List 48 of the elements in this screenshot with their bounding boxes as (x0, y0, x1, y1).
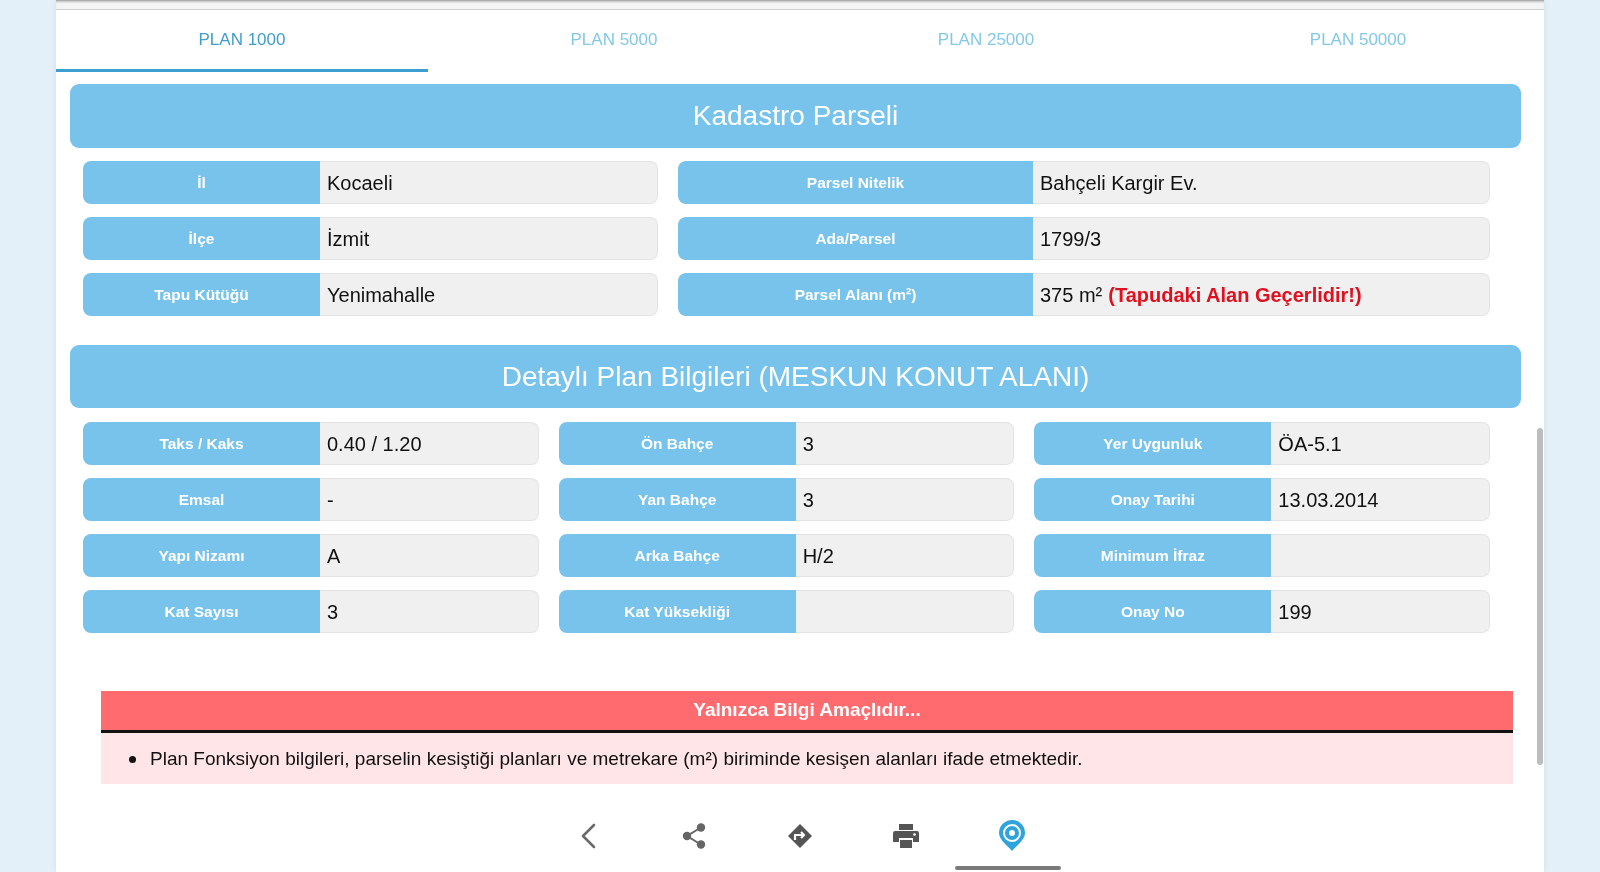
field-value: Bahçeli Kargir Ev. (1040, 170, 1198, 196)
bullet-icon (129, 755, 136, 763)
field-value: Kocaeli (327, 170, 393, 196)
field-label: Yan Bahçe (558, 478, 796, 521)
back-icon[interactable] (580, 822, 596, 849)
map-pin-icon[interactable] (998, 819, 1026, 852)
section-header: Detaylı Plan Bilgileri (MESKUN KONUT ALANI) (70, 345, 1521, 408)
directions-icon[interactable] (787, 822, 813, 849)
field-label: Yer Uygunluk (1034, 422, 1272, 465)
field-label: Taks / Kaks (83, 422, 320, 465)
field-value: - (327, 487, 334, 513)
field-label: Onay Tarihi (1034, 478, 1272, 521)
field-label: Kat Yüksekliği (558, 590, 796, 633)
field-label: İlçe (83, 217, 320, 260)
field-label: Tapu Kütüğü (83, 273, 320, 316)
field-value: 3 (802, 431, 814, 457)
field-value: 375 m² (1040, 282, 1103, 308)
field-label: Arka Bahçe (558, 534, 796, 577)
notice-header: Yalnızca Bilgi Amaçlıdır... (101, 691, 1513, 733)
field-label: Ön Bahçe (558, 422, 796, 465)
field-value: 0.40 / 1.20 (327, 431, 422, 457)
plan-tab[interactable]: PLAN 1000 (56, 10, 428, 72)
field-label: Yapı Nizamı (83, 534, 320, 577)
section-header: Kadastro Parseli (70, 84, 1521, 148)
printer-icon[interactable] (893, 823, 919, 848)
field-label: İl (83, 161, 320, 204)
field-label: Minimum İfraz (1034, 534, 1272, 577)
field-label: Parsel Nitelik (678, 161, 1033, 204)
field-label: Onay No (1034, 590, 1272, 633)
field-value: A (327, 543, 341, 569)
plan-tab[interactable]: PLAN 50000 (1172, 10, 1544, 72)
field-value: H/2 (802, 543, 834, 569)
field-value: 13.03.2014 (1278, 487, 1379, 513)
field-value: İzmit (327, 226, 370, 252)
share-icon[interactable] (682, 822, 706, 849)
notice-text: Plan Fonksiyon bilgileri, parselin kesiştiği planları ve metrekare (m²) biriminde kesişen alanları ifade etmektedir. (150, 747, 1083, 771)
field-label: Emsal (83, 478, 320, 521)
field-value: 3 (327, 599, 339, 625)
field-value: 1799/3 (1040, 226, 1102, 252)
field-value: 3 (802, 487, 814, 513)
field-value: 199 (1278, 599, 1312, 625)
field-label: Parsel Alanı (m²) (678, 273, 1033, 316)
scrollbar-thumb[interactable] (1537, 428, 1543, 765)
field-label: Kat Sayısı (83, 590, 320, 633)
field-value: Yenimahalle (327, 282, 436, 308)
field-value: ÖA-5.1 (1278, 431, 1342, 457)
field-label: Ada/Parsel (678, 217, 1033, 260)
area-note: (Tapudaki Alan Geçerlidir!) (1108, 282, 1362, 308)
